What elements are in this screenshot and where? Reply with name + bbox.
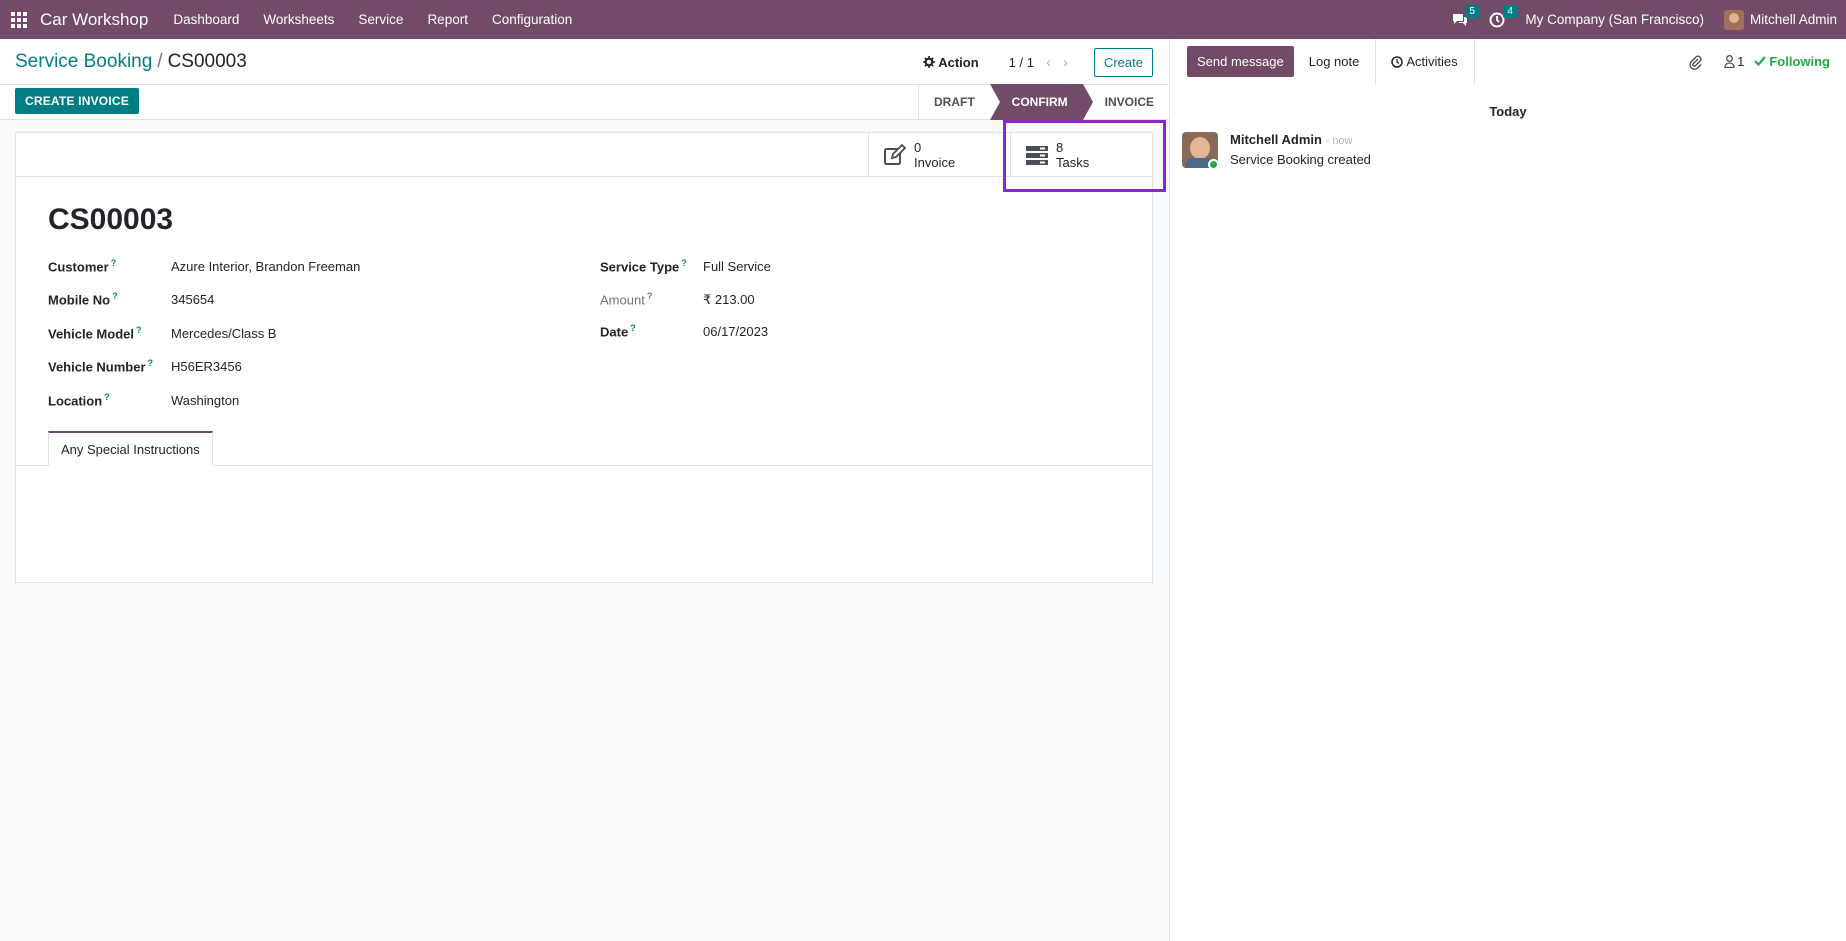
messages-systray[interactable]: 5 [1451,4,1479,28]
messages-badge: 5 [1465,4,1479,18]
log-note-button[interactable]: Log note [1309,39,1377,84]
top-navbar: Car Workshop Dashboard Worksheets Servic… [0,0,1846,39]
online-status-icon [1208,159,1219,170]
help-marker[interactable]: ? [630,323,636,333]
service-type-field[interactable]: Full Service [703,259,771,274]
following-button[interactable]: Following [1754,54,1830,69]
mobile-field[interactable]: 345654 [171,292,214,307]
activities-systray[interactable]: 4 [1489,4,1517,28]
gear-icon [923,56,936,68]
date-field[interactable]: 06/17/2023 [703,324,768,339]
clock-icon [1391,55,1404,68]
invoice-label: Invoice [914,154,956,170]
message-time: - now [1325,135,1353,147]
invoice-count: 0 [914,139,922,155]
status-invoice[interactable]: INVOICE [1083,84,1169,120]
mobile-label: Mobile No? [48,291,118,308]
notebook-tabs: Any Special Instructions [16,431,1152,466]
customer-label: Customer? [48,258,117,275]
service-type-label: Service Type? [600,258,687,275]
activities-badge: 4 [1503,4,1517,18]
help-marker[interactable]: ? [148,358,154,368]
vehicle-model-label: Vehicle Model? [48,325,142,342]
create-button[interactable]: Create [1093,47,1153,77]
breadcrumb-separator: / [157,51,163,72]
breadcrumb-parent-link[interactable]: Service Booking [15,51,152,72]
pager-value[interactable]: 1 / 1 [1009,55,1034,70]
vehicle-model-field[interactable]: Mercedes/Class B [171,326,276,341]
followers-button[interactable]: 1 [1724,54,1744,69]
status-confirm[interactable]: CONFIRM [989,84,1093,120]
help-marker[interactable]: ? [647,291,653,301]
amount-field: ₹ 213.00 [703,292,755,307]
status-bar: DRAFT CONFIRM INVOICE [917,84,1169,120]
message-body: Service Booking created [1230,152,1371,167]
tasks-highlight-box [1003,120,1166,192]
user-name: Mitchell Admin [1749,12,1837,27]
menu-dashboard[interactable]: Dashboard [173,12,239,27]
form-sheet: 0 Invoice 8 Tasks CS00003 Customer? Azur… [15,132,1153,583]
pager-next-icon[interactable]: › [1063,54,1080,71]
user-icon [1724,55,1735,68]
date-separator: Today [1489,104,1527,119]
breadcrumb: Service Booking / CS00003 [15,51,247,73]
following-label: Following [1769,54,1830,69]
help-marker[interactable]: ? [104,392,110,402]
apps-menu-icon[interactable] [11,11,27,28]
breadcrumb-current: CS00003 [167,51,247,72]
help-marker[interactable]: ? [112,291,118,301]
activities-button[interactable]: Activities [1391,39,1475,84]
menu-service[interactable]: Service [358,12,403,27]
company-switcher[interactable]: My Company (San Francisco) [1525,12,1704,27]
action-label: Action [938,54,979,70]
app-name[interactable]: Car Workshop [40,10,148,30]
menu-worksheets[interactable]: Worksheets [263,12,334,27]
vehicle-number-field[interactable]: H56ER3456 [171,359,242,374]
record-title: CS00003 [48,203,174,236]
date-label: Date? [600,323,636,340]
send-message-button[interactable]: Send message [1187,46,1294,77]
status-draft[interactable]: DRAFT [917,84,990,120]
pager-previous-icon[interactable]: ‹ [1046,54,1063,71]
control-panel: Service Booking / CS00003 Action 1 / 1 ‹› … [0,39,1169,120]
amount-label: Amount? [600,291,653,308]
paperclip-icon[interactable] [1688,54,1702,70]
message-author[interactable]: Mitchell Admin - now [1230,132,1353,147]
followers-count: 1 [1737,54,1745,69]
smart-button-box: 0 Invoice 8 Tasks [16,133,1152,177]
vehicle-number-label: Vehicle Number? [48,358,154,375]
help-marker[interactable]: ? [681,258,687,268]
help-marker[interactable]: ? [136,325,142,335]
action-menu-button[interactable]: Action [923,54,979,70]
create-invoice-button[interactable]: CREATE INVOICE [15,88,139,114]
menu-report[interactable]: Report [427,12,468,27]
tab-special-instructions[interactable]: Any Special Instructions [48,431,213,466]
customer-field[interactable]: Azure Interior, Brandon Freeman [171,259,360,274]
edit-icon [884,143,907,165]
check-icon [1754,56,1767,67]
help-marker[interactable]: ? [111,258,117,268]
user-menu[interactable]: Mitchell Admin [1723,9,1837,30]
chatter-panel: Send message Log note Activities 1 Follo… [1169,39,1846,941]
location-field[interactable]: Washington [171,393,239,408]
activities-label: Activities [1406,54,1458,69]
location-label: Location? [48,392,110,409]
menu-configuration[interactable]: Configuration [492,12,572,27]
invoice-smart-button[interactable]: 0 Invoice [868,133,1010,176]
avatar [1723,9,1744,30]
